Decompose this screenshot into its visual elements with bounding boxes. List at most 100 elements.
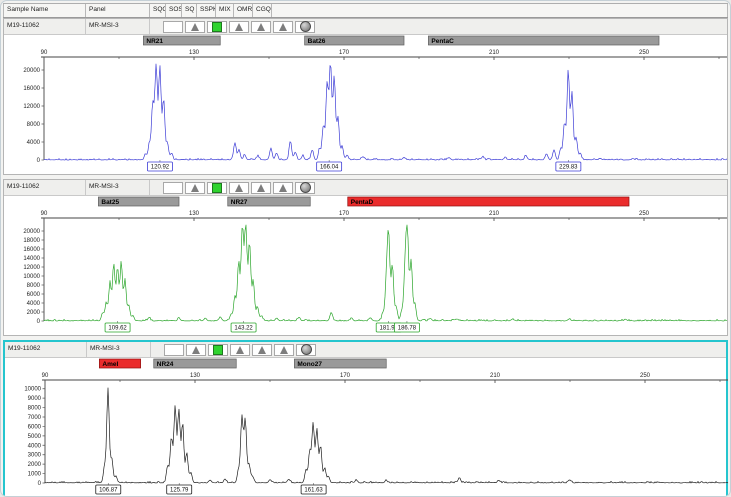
peak-size-label: 161.63: [304, 488, 323, 494]
y-tick-label: 8000: [27, 122, 41, 128]
sample-name-cell[interactable]: M19-11062: [4, 19, 86, 34]
peak-size-label: 143.22: [234, 326, 253, 332]
warning-triangle-icon: [235, 184, 243, 192]
flag-cell-sspk[interactable]: [230, 344, 250, 356]
electropherogram-panel[interactable]: M19-11062MR-MSI-3AmelNR24Mono27901301702…: [3, 340, 728, 497]
sample-row[interactable]: M19-11062MR-MSI-3: [4, 180, 727, 196]
y-tick-label: 2000: [28, 462, 42, 468]
panel-name-cell[interactable]: MR-MSI-3: [86, 180, 150, 195]
electropherogram-plot: Bat25NR27PentaD9013017021025020000180001…: [4, 196, 729, 335]
x-tick-label: 130: [189, 211, 200, 217]
flag-cell-omr[interactable]: [273, 182, 293, 194]
y-tick-label: 10000: [23, 274, 40, 280]
y-tick-label: 20000: [23, 68, 40, 74]
marker-label: Bat25: [101, 199, 119, 206]
sample-name-cell[interactable]: M19-11062: [4, 180, 86, 195]
warning-triangle-icon: [192, 346, 200, 354]
warning-triangle-icon: [191, 184, 199, 192]
column-header-sos[interactable]: SOS: [165, 4, 181, 17]
flag-cell-sqo[interactable]: [164, 344, 184, 356]
electropherogram-plot: NR21Bat26PentaC9013017021025020000160001…: [4, 35, 729, 174]
x-tick-label: 210: [490, 373, 501, 379]
cgq-sphere-icon: [300, 21, 311, 32]
x-tick-label: 210: [489, 50, 500, 56]
peak-size-label: 109.62: [108, 326, 127, 332]
marker-label: NR21: [146, 38, 163, 45]
y-tick-label: 12000: [23, 104, 40, 110]
warning-triangle-icon: [279, 23, 287, 31]
marker-bar[interactable]: [348, 197, 629, 206]
y-tick-label: 16000: [23, 86, 40, 92]
peak-size-label: 166.04: [320, 165, 339, 171]
flag-cell-cgq[interactable]: [295, 182, 315, 194]
flag-cell-omr[interactable]: [274, 344, 294, 356]
panel-name-cell[interactable]: MR-MSI-3: [86, 19, 150, 34]
marker-bar[interactable]: [428, 36, 659, 45]
x-tick-label: 130: [189, 50, 200, 56]
flag-cell-sq[interactable]: [207, 21, 227, 33]
peak-size-label: 125.79: [170, 488, 189, 494]
y-tick-label: 3000: [28, 453, 42, 459]
column-header-sqo[interactable]: SQO: [149, 4, 165, 17]
warning-triangle-icon: [257, 184, 265, 192]
flag-cell-sq[interactable]: [207, 182, 227, 194]
x-tick-label: 210: [489, 211, 500, 217]
x-tick-label: 250: [639, 50, 650, 56]
panel-name-cell[interactable]: MR-MSI-3: [87, 342, 151, 357]
flag-cell-mix[interactable]: [251, 182, 271, 194]
column-header-mix[interactable]: MIX: [215, 4, 233, 17]
y-tick-label: 6000: [27, 292, 41, 298]
flag-cell-mix[interactable]: [251, 21, 271, 33]
flag-cell-sspk[interactable]: [229, 21, 249, 33]
y-tick-label: 6000: [28, 424, 42, 430]
flag-cell-sspk[interactable]: [229, 182, 249, 194]
column-header-cgq[interactable]: CGQ: [252, 4, 271, 17]
flag-cell-omr[interactable]: [273, 21, 293, 33]
column-header-panel[interactable]: Panel: [85, 4, 149, 17]
marker-label: Bat26: [308, 38, 326, 45]
sample-row[interactable]: M19-11062MR-MSI-3: [5, 342, 726, 358]
peak-size-label: 229.83: [559, 165, 578, 171]
y-tick-label: 0: [38, 481, 42, 487]
sample-row[interactable]: M19-11062MR-MSI-3: [4, 19, 727, 35]
cgq-sphere-icon: [301, 344, 312, 355]
y-tick-label: 4000: [27, 140, 41, 146]
cgq-sphere-icon: [300, 182, 311, 193]
column-header-sample-name[interactable]: Sample Name: [3, 4, 85, 17]
warning-triangle-icon: [258, 346, 266, 354]
electropherogram-panel[interactable]: M19-11062MR-MSI-3Bat25NR27PentaD90130170…: [3, 179, 728, 336]
x-tick-label: 90: [41, 211, 48, 217]
x-tick-label: 170: [339, 50, 350, 56]
genotyping-app-window: Sample NamePanelSQOSOSSQSSPKMIXOMRCGQ M1…: [0, 0, 731, 497]
electropherogram-panel[interactable]: M19-11062MR-MSI-3NR21Bat26PentaC90130170…: [3, 18, 728, 175]
flag-cell-cgq[interactable]: [296, 344, 316, 356]
sample-name-cell[interactable]: M19-11062: [5, 342, 87, 357]
x-tick-label: 170: [339, 211, 350, 217]
y-tick-label: 12000: [23, 265, 40, 271]
flag-cell-mix[interactable]: [252, 344, 272, 356]
marker-label: NR24: [157, 361, 174, 368]
y-tick-label: 0: [37, 319, 41, 325]
flag-cell-sos[interactable]: [185, 21, 205, 33]
column-header-omr[interactable]: OMR: [233, 4, 252, 17]
flag-cell-sqo[interactable]: [163, 182, 183, 194]
column-header-row: Sample NamePanelSQOSOSSQSSPKMIXOMRCGQ: [3, 3, 728, 18]
x-tick-label: 90: [42, 373, 49, 379]
trace-line: [44, 225, 727, 321]
marker-label: Amel: [102, 361, 118, 368]
y-tick-label: 1000: [28, 472, 42, 478]
flag-cell-sqo[interactable]: [163, 21, 183, 33]
peak-size-label: 106.87: [99, 488, 118, 494]
column-header-sq[interactable]: SQ: [181, 4, 196, 17]
flag-cell-sos[interactable]: [186, 344, 206, 356]
y-tick-label: 4000: [27, 301, 41, 307]
pass-square-icon: [213, 345, 223, 355]
warning-triangle-icon: [191, 23, 199, 31]
flag-cell-cgq[interactable]: [295, 21, 315, 33]
flag-cell-sq[interactable]: [208, 344, 228, 356]
pass-square-icon: [212, 183, 222, 193]
flag-cell-sos[interactable]: [185, 182, 205, 194]
warning-triangle-icon: [279, 184, 287, 192]
column-header-sspk[interactable]: SSPK: [196, 4, 215, 17]
y-tick-label: 9000: [28, 396, 42, 402]
